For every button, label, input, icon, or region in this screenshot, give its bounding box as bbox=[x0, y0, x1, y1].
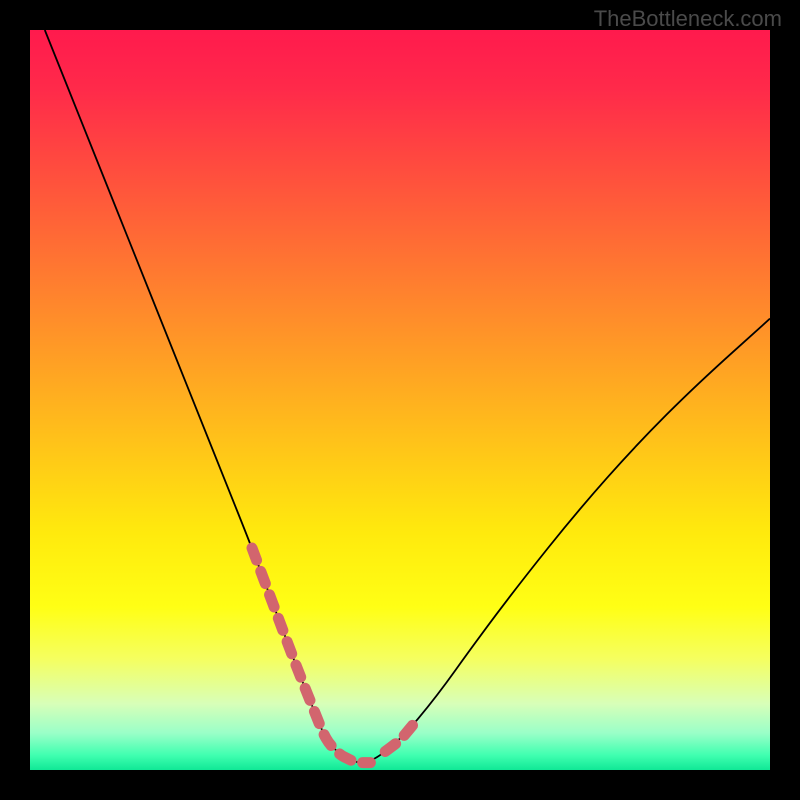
curve-accent-right bbox=[385, 723, 415, 752]
chart-plot-area bbox=[30, 30, 770, 770]
curve-line bbox=[45, 30, 770, 763]
curve-accent-left bbox=[252, 548, 370, 763]
watermark-text: TheBottleneck.com bbox=[594, 6, 782, 32]
bottleneck-curve bbox=[30, 30, 770, 770]
